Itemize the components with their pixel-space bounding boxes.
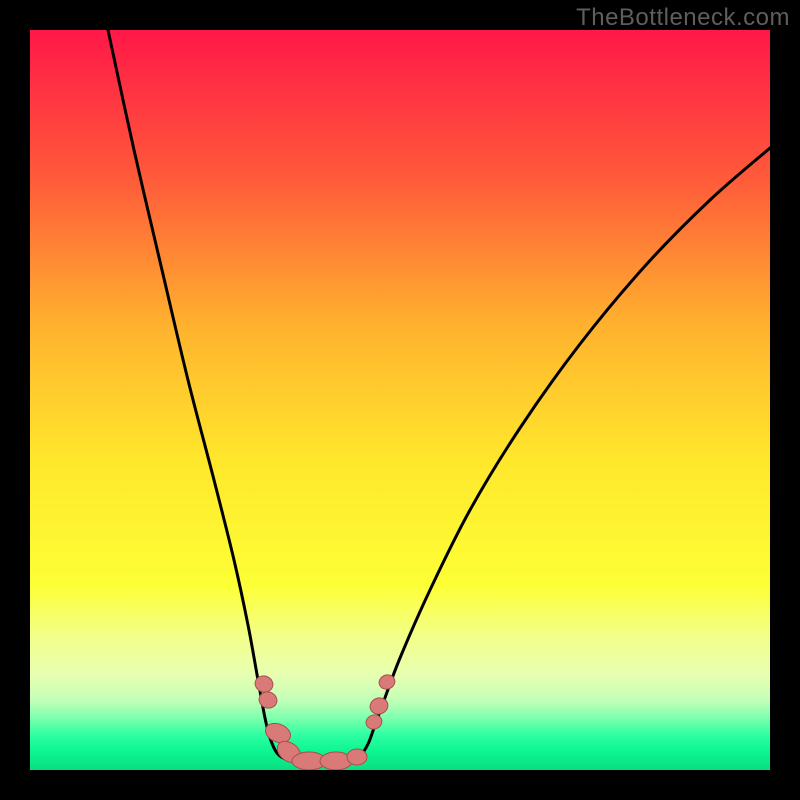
watermark-text: TheBottleneck.com	[576, 4, 790, 32]
chart-svg	[30, 30, 770, 770]
marker	[347, 749, 367, 765]
plot-area	[30, 30, 770, 770]
outer-black-frame: TheBottleneck.com	[0, 0, 800, 800]
